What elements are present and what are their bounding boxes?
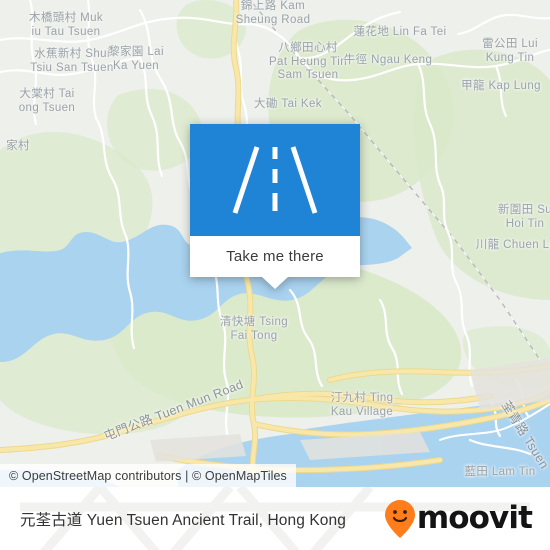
- map-attribution: © OpenStreetMap contributors | © OpenMap…: [0, 464, 296, 487]
- popup-action-row[interactable]: Take me there: [190, 236, 360, 277]
- place-title: 元荃古道 Yuen Tsuen Ancient Trail, Hong Kong: [20, 511, 346, 529]
- popup-image-header: [190, 124, 360, 236]
- moovit-wordmark: moovit: [416, 500, 533, 536]
- bottom-info-bar: 元荃古道 Yuen Tsuen Ancient Trail, Hong Kong…: [0, 487, 550, 550]
- take-me-there-label: Take me there: [226, 248, 324, 265]
- moovit-logo: moovit: [384, 499, 533, 538]
- moovit-smiley-pin-icon: [384, 499, 415, 538]
- popup-pointer-tail: [262, 277, 288, 289]
- attribution-text: © OpenStreetMap contributors | © OpenMap…: [9, 468, 287, 483]
- road-perspective-icon: [232, 146, 318, 214]
- map-canvas[interactable]: 木橋頭村 Muk iu Tau Tsuen 錦上路 Kam Sheung Roa…: [0, 0, 550, 487]
- map-screenshot: 木橋頭村 Muk iu Tau Tsuen 錦上路 Kam Sheung Roa…: [0, 0, 550, 550]
- take-me-there-popup[interactable]: Take me there: [190, 124, 360, 289]
